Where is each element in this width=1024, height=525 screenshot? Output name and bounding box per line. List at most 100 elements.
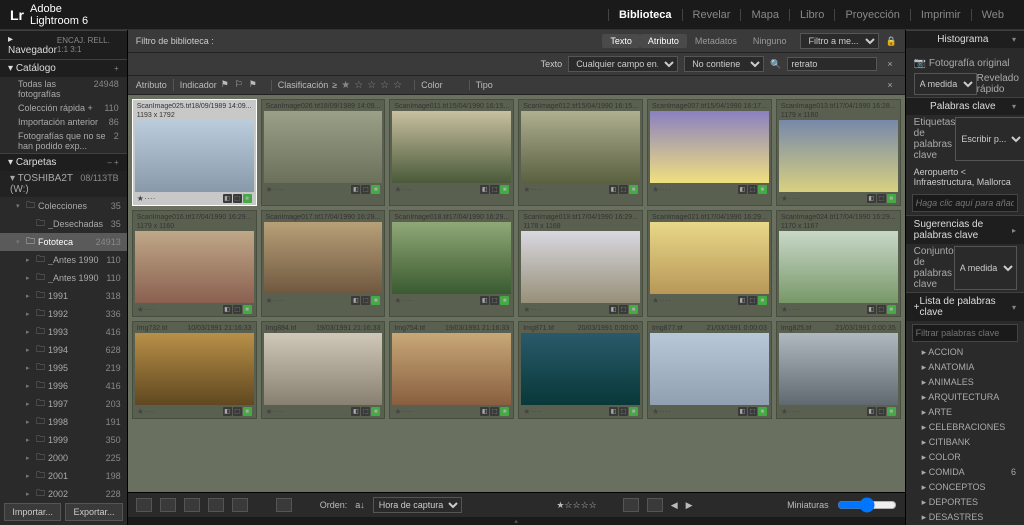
filter-tab-ninguno[interactable]: Ninguno	[745, 34, 795, 48]
flag-rejected-icon[interactable]: ⚑	[249, 79, 259, 91]
filter-keywords-input[interactable]	[912, 324, 1018, 342]
folder-row[interactable]: ▸🗀1991318	[0, 287, 127, 305]
keyword-item[interactable]: ▸ ARQUITECTURA	[906, 390, 1024, 405]
view-survey-icon[interactable]	[208, 498, 224, 512]
tb-star[interactable]: ★☆☆☆☆	[556, 500, 596, 511]
close-attr-icon[interactable]: ×	[883, 80, 896, 90]
rating-op[interactable]: ≥	[332, 80, 337, 90]
volume-row[interactable]: ▾ TOSHIBA2T (W:)08/113TB	[0, 171, 127, 197]
folder-row[interactable]: ▾🗀Colecciones35	[0, 197, 127, 215]
lista-header[interactable]: +Lista de palabras clave▾	[906, 292, 1024, 321]
keyword-item[interactable]: ▸ ARTE	[906, 405, 1024, 420]
module-mapa[interactable]: Mapa	[740, 9, 789, 21]
keyword-item[interactable]: ▸ CITIBANK	[906, 435, 1024, 450]
lock-icon[interactable]: 🔒	[885, 36, 896, 47]
import-button[interactable]: Importar...	[4, 503, 61, 521]
view-compare-icon[interactable]	[184, 498, 200, 512]
folder-row[interactable]: ▸🗀1994628	[0, 341, 127, 359]
folder-row[interactable]: ▸🗀_Antes 1990110	[0, 269, 127, 287]
view-loupe-icon[interactable]	[160, 498, 176, 512]
thumbnail-cell[interactable]: Img754.tif19/03/1991 21:16:33★ · · · ·◧⬚…	[389, 321, 514, 419]
star-2[interactable]: ☆	[354, 80, 363, 91]
kw-set[interactable]: A medida	[954, 246, 1017, 290]
filter-tab-atributo[interactable]: Atributo	[640, 34, 687, 48]
histograma-header[interactable]: Histograma▾	[906, 30, 1024, 48]
thumbnail-cell[interactable]: ScanImage019.tif17/04/1990 16:29...1178 …	[518, 210, 643, 317]
thumbnail-cell[interactable]: Img884.tif19/03/1991 21:16:33★ · · · ·◧⬚…	[261, 321, 386, 419]
keyword-item[interactable]: ▸ DESASTRES	[906, 510, 1024, 525]
thumbnail-cell[interactable]: Img732.tif10/03/1991 21:16:33★ · · · ·◧⬚…	[132, 321, 257, 419]
clear-filter-icon[interactable]: ×	[883, 59, 896, 69]
add-keyword-input[interactable]	[912, 194, 1018, 212]
folder-row[interactable]: ▸🗀2001198	[0, 467, 127, 485]
keyword-item[interactable]: ▸ CONCEPTOS	[906, 480, 1024, 495]
carpetas-header[interactable]: ▾ Carpetas– +	[0, 153, 127, 171]
folder-row[interactable]: 🗀_Desechadas35	[0, 215, 127, 233]
filter-tab-texto[interactable]: Texto	[602, 34, 640, 48]
play-icon[interactable]: ▶	[686, 500, 693, 511]
thumb-size-slider[interactable]	[837, 497, 897, 513]
flag-unflagged-icon[interactable]: ⚐	[235, 79, 245, 91]
folder-row[interactable]: ▸🗀1995219	[0, 359, 127, 377]
text-rule-select[interactable]: No contiene	[684, 56, 764, 72]
folder-row[interactable]: ▸🗀1998191	[0, 413, 127, 431]
keyword-item[interactable]: ▸ COMIDA6	[906, 465, 1024, 480]
flag-picked-icon[interactable]: ⚑	[221, 79, 231, 91]
keyword-item[interactable]: ▸ ANATOMIA	[906, 360, 1024, 375]
palabras-clave-header[interactable]: Palabras clave▾	[906, 97, 1024, 115]
revelado-preset[interactable]: A medida	[914, 73, 977, 95]
folder-row[interactable]: ▸🗀1999350	[0, 431, 127, 449]
painter-icon[interactable]	[276, 498, 292, 512]
thumbnail-cell[interactable]: ScanImage026.tif18/09/1989 14:09...★ · ·…	[261, 99, 386, 206]
text-filter-input[interactable]	[787, 57, 877, 71]
module-revelar[interactable]: Revelar	[682, 9, 741, 21]
keyword-item[interactable]: ▸ ACCION	[906, 345, 1024, 360]
keyword-item[interactable]: ▸ ANIMALES	[906, 375, 1024, 390]
thumbnail-cell[interactable]: ScanImage017.tif17/04/1990 16:29...★ · ·…	[261, 210, 386, 317]
module-web[interactable]: Web	[971, 9, 1014, 21]
thumbnail-cell[interactable]: ScanImage016.tif17/04/1990 16:29...1179 …	[132, 210, 257, 317]
sort-dir-icon[interactable]: a↓	[355, 500, 365, 510]
catalog-item[interactable]: Importación anterior86	[0, 115, 127, 129]
folder-row[interactable]: ▸🗀1993416	[0, 323, 127, 341]
filter-tab-metadatos[interactable]: Metadatos	[687, 34, 745, 48]
star-1[interactable]: ★	[341, 80, 350, 91]
prev-icon[interactable]: ◀	[671, 500, 678, 511]
folder-row[interactable]: ▾🗀Fototeca24913	[0, 233, 127, 251]
folder-row[interactable]: ▸🗀_Antes 1990110	[0, 251, 127, 269]
sort-select[interactable]: Hora de captura	[373, 497, 462, 513]
sugerencias-header[interactable]: Sugerencias de palabras clave▸	[906, 215, 1024, 244]
catalogo-header[interactable]: ▾ Catálogo+	[0, 59, 127, 77]
star-5[interactable]: ☆	[393, 80, 402, 91]
catalog-item[interactable]: Todas las fotografías24948	[0, 77, 127, 101]
thumbnail-cell[interactable]: ScanImage012.tif15/04/1990 16:15...★ · ·…	[518, 99, 643, 206]
rotate-ccw-icon[interactable]	[623, 498, 639, 512]
thumbnail-cell[interactable]: ScanImage011.tif15/04/1990 16:15...★ · ·…	[389, 99, 514, 206]
text-field-select[interactable]: Cualquier campo en...	[568, 56, 678, 72]
folder-row[interactable]: ▸🗀2002228	[0, 485, 127, 499]
module-libro[interactable]: Libro	[789, 9, 834, 21]
folder-row[interactable]: ▸🗀2000225	[0, 449, 127, 467]
filter-preset-select[interactable]: Filtro a me...	[800, 33, 879, 49]
star-4[interactable]: ☆	[380, 80, 389, 91]
folder-row[interactable]: ▸🗀1997203	[0, 395, 127, 413]
thumbnail-cell[interactable]: Img877.tif21/03/1991 0:00:03★ · · · ·◧⬚■	[647, 321, 772, 419]
thumbnail-cell[interactable]: ScanImage025.tif18/09/1989 14:09...1193 …	[132, 99, 257, 206]
keyword-item[interactable]: ▸ CELEBRACIONES	[906, 420, 1024, 435]
thumbnail-cell[interactable]: ScanImage007.tif15/04/1990 16:17...★ · ·…	[647, 99, 772, 206]
thumbnail-cell[interactable]: Img825.tif21/03/1991 0:00:35★ · · · ·◧⬚■	[776, 321, 901, 419]
star-3[interactable]: ☆	[367, 80, 376, 91]
navegador-header[interactable]: ▸ Navegador ENCAJ. RELL. 1:1 3:1	[0, 30, 127, 59]
module-proyección[interactable]: Proyección	[834, 9, 909, 21]
folder-row[interactable]: ▸🗀1996416	[0, 377, 127, 395]
module-imprimir[interactable]: Imprimir	[910, 9, 971, 21]
catalog-item[interactable]: Fotografías que no se han podido exp...2	[0, 129, 127, 153]
view-people-icon[interactable]	[232, 498, 248, 512]
keyword-item[interactable]: ▸ COLOR	[906, 450, 1024, 465]
thumbnail-cell[interactable]: ScanImage021.tif17/04/1990 16:29...★ · ·…	[647, 210, 772, 317]
catalog-item[interactable]: Colección rápida +110	[0, 101, 127, 115]
rotate-cw-icon[interactable]	[647, 498, 663, 512]
module-biblioteca[interactable]: Biblioteca	[608, 9, 682, 21]
thumbnail-cell[interactable]: ScanImage024.tif17/04/1990 16:29...1170 …	[776, 210, 901, 317]
filmstrip-toggle[interactable]: ▴	[128, 517, 905, 525]
